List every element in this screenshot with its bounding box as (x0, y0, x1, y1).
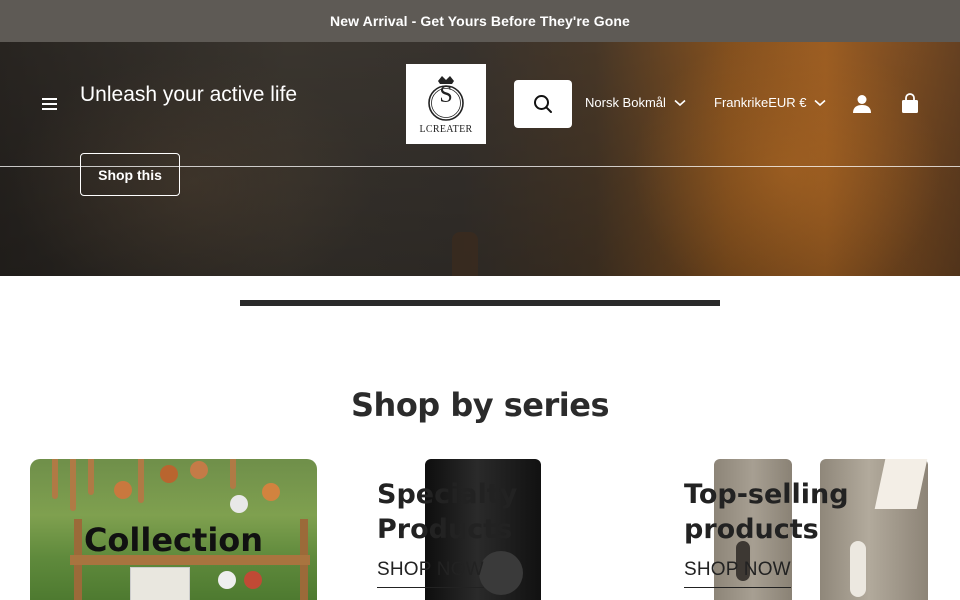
search-button[interactable] (514, 80, 572, 128)
card-title: Specialty Products (377, 479, 518, 545)
section-title: Shop by series (350, 386, 610, 424)
slider-progress-bar (240, 300, 720, 306)
cart-icon[interactable] (899, 93, 921, 115)
account-icon[interactable] (851, 93, 873, 115)
language-selector[interactable]: Norsk Bokmål (585, 95, 686, 110)
card-title: Top-selling products (684, 479, 849, 545)
language-label: Norsk Bokmål (585, 95, 666, 110)
card-title: Collection (83, 521, 264, 559)
hero-image-detail (452, 232, 478, 276)
menu-icon[interactable] (40, 96, 60, 112)
shop-now-link[interactable]: SHOP NOW (377, 559, 484, 588)
country-selector[interactable]: FrankrikeEUR € (714, 95, 827, 110)
announcement-bar[interactable]: New Arrival - Get Yours Before They're G… (0, 0, 960, 42)
logo-letter: S (439, 82, 453, 108)
hero-tagline: Unleash your active life (80, 83, 298, 106)
store-logo[interactable]: S LCREATER (406, 64, 486, 144)
chevron-down-icon (674, 99, 686, 106)
search-icon (534, 95, 552, 113)
chevron-down-icon (814, 99, 827, 106)
logo-text: LCREATER (419, 123, 473, 135)
announcement-text[interactable]: New Arrival - Get Yours Before They're G… (330, 13, 630, 29)
product-image-detail (479, 551, 523, 595)
series-card-specialty[interactable]: Specialty Products SHOP NOW (347, 459, 627, 600)
country-label: FrankrikeEUR € (714, 95, 807, 110)
series-card-top-selling[interactable]: Top-selling products SHOP NOW (654, 459, 934, 600)
shop-now-link[interactable]: SHOP NOW (684, 559, 791, 588)
shop-this-button[interactable]: Shop this (80, 153, 180, 196)
series-card-collection[interactable]: Collection (30, 459, 317, 600)
